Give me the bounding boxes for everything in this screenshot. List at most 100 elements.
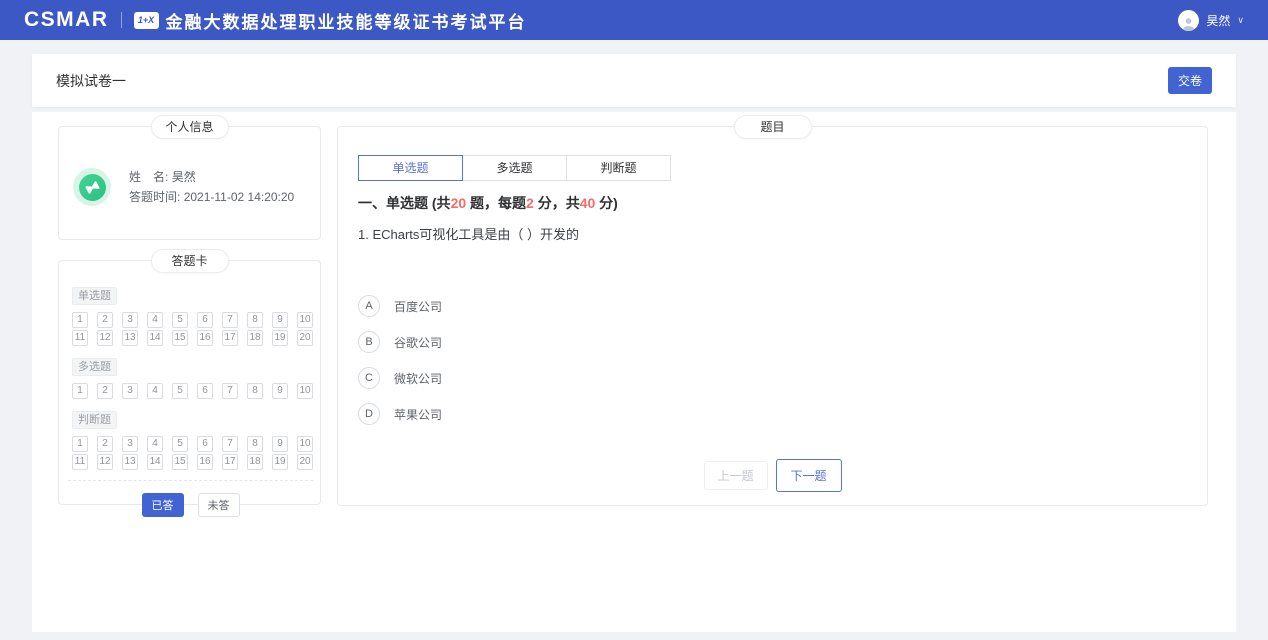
- question-number-cell[interactable]: 17: [222, 454, 238, 470]
- tab-judge[interactable]: 判断题: [566, 155, 671, 181]
- option-row[interactable]: B 谷歌公司: [358, 331, 1187, 353]
- exam-avatar-icon: [73, 168, 111, 206]
- single-choice-tag: 单选题: [72, 287, 117, 305]
- answer-time-label: 答题时间:: [129, 190, 180, 204]
- question-number-cell[interactable]: 9: [272, 436, 288, 452]
- option-text: 谷歌公司: [394, 334, 442, 351]
- question-number-cell[interactable]: 9: [272, 312, 288, 328]
- legend-unanswered-badge: 未答: [198, 493, 240, 517]
- option-row[interactable]: A 百度公司: [358, 295, 1187, 317]
- next-question-button[interactable]: 下一题: [776, 459, 842, 492]
- question-number-cell[interactable]: 6: [197, 383, 213, 399]
- name-value: 昊然: [172, 170, 196, 184]
- main-panel: 个人信息 姓 名: 昊然 答题时间: 2021-11-02 14:20:20: [32, 112, 1236, 632]
- personal-info-panel-title: 个人信息: [151, 115, 229, 139]
- option-row[interactable]: C 微软公司: [358, 367, 1187, 389]
- question-number-cell[interactable]: 1: [72, 312, 88, 328]
- question-number-cell[interactable]: 1: [72, 383, 88, 399]
- prev-question-button[interactable]: 上一题: [703, 461, 767, 490]
- question-number-cell[interactable]: 8: [247, 383, 263, 399]
- answer-time-value: 2021-11-02 14:20:20: [184, 190, 295, 204]
- question-number-cell[interactable]: 3: [122, 436, 138, 452]
- question-number-cell[interactable]: 12: [97, 454, 113, 470]
- question-number-cell[interactable]: 1: [72, 436, 88, 452]
- option-letter-radio: C: [358, 367, 380, 389]
- question-number-cell[interactable]: 2: [97, 436, 113, 452]
- question-number-cell[interactable]: 4: [147, 312, 163, 328]
- header-divider: [121, 12, 122, 28]
- option-text: 苹果公司: [394, 406, 442, 423]
- question-number-cell[interactable]: 4: [147, 383, 163, 399]
- question-type-tabs: 单选题 多选题 判断题: [358, 155, 1187, 181]
- judge-tag: 判断题: [72, 411, 117, 429]
- answer-card-panel: 答题卡 单选题 1234567891011121314151617181920 …: [58, 260, 321, 505]
- question-number-cell[interactable]: 18: [247, 454, 263, 470]
- question-number-cell[interactable]: 5: [172, 383, 188, 399]
- question-number-cell[interactable]: 20: [297, 454, 313, 470]
- question-number-cell[interactable]: 6: [197, 436, 213, 452]
- csmar-logo: CSMAR: [24, 8, 109, 32]
- total-points: 40: [580, 195, 596, 211]
- question-number-cell[interactable]: 2: [97, 312, 113, 328]
- question-number-cell[interactable]: 14: [147, 454, 163, 470]
- question-number-cell[interactable]: 13: [122, 330, 138, 346]
- option-row[interactable]: D 苹果公司: [358, 403, 1187, 425]
- user-menu[interactable]: 昊然 ∨: [1178, 10, 1244, 31]
- option-letter-radio: D: [358, 403, 380, 425]
- submit-exam-button[interactable]: 交卷: [1168, 67, 1212, 94]
- question-number-cell[interactable]: 15: [172, 454, 188, 470]
- question-number-cell[interactable]: 19: [272, 454, 288, 470]
- question-number-cell[interactable]: 20: [297, 330, 313, 346]
- question-number-cell[interactable]: 15: [172, 330, 188, 346]
- question-number-cell[interactable]: 10: [297, 383, 313, 399]
- question-number-cell[interactable]: 2: [97, 383, 113, 399]
- app-header: CSMAR 1+X 金融大数据处理职业技能等级证书考试平台 昊然 ∨: [0, 0, 1268, 40]
- question-nav: 上一题 下一题: [703, 459, 841, 492]
- question-number-cell[interactable]: 16: [197, 454, 213, 470]
- chevron-down-icon: ∨: [1237, 15, 1244, 26]
- one-plus-x-book-icon: 1+X: [134, 12, 159, 29]
- question-number-cell[interactable]: 11: [72, 330, 88, 346]
- question-number-cell[interactable]: 6: [197, 312, 213, 328]
- user-avatar-icon: [1178, 10, 1199, 31]
- question-number-cell[interactable]: 10: [297, 312, 313, 328]
- heading-text: 一、单选题 (共: [358, 195, 451, 211]
- question-number-cell[interactable]: 7: [222, 383, 238, 399]
- question-number-cell[interactable]: 18: [247, 330, 263, 346]
- question-number-cell[interactable]: 5: [172, 312, 188, 328]
- heading-text: 分，共: [534, 195, 580, 211]
- question-number-cell[interactable]: 12: [97, 330, 113, 346]
- tab-multi-choice[interactable]: 多选题: [462, 155, 567, 181]
- name-label: 姓 名:: [129, 170, 168, 184]
- question-number-cell[interactable]: 4: [147, 436, 163, 452]
- question-number-cell[interactable]: 17: [222, 330, 238, 346]
- section-heading: 一、单选题 (共20 题，每题2 分，共40 分): [358, 193, 1187, 213]
- heading-text: 分): [595, 195, 618, 211]
- exam-title: 模拟试卷一: [56, 71, 126, 91]
- options-list: A 百度公司 B 谷歌公司 C 微软公司 D 苹果公司: [358, 295, 1187, 425]
- multi-choice-number-grid: 12345678910: [72, 383, 309, 399]
- question-panel: 题目 单选题 多选题 判断题 一、单选题 (共20 题，每题2 分，共40 分)…: [337, 126, 1208, 506]
- question-number-cell[interactable]: 8: [247, 436, 263, 452]
- question-panel-title: 题目: [734, 115, 812, 139]
- question-number-cell[interactable]: 5: [172, 436, 188, 452]
- question-number-cell[interactable]: 9: [272, 383, 288, 399]
- question-number-cell[interactable]: 3: [122, 383, 138, 399]
- question-number-cell[interactable]: 7: [222, 312, 238, 328]
- question-number-cell[interactable]: 11: [72, 454, 88, 470]
- question-number-cell[interactable]: 19: [272, 330, 288, 346]
- question-number-cell[interactable]: 8: [247, 312, 263, 328]
- platform-title: 金融大数据处理职业技能等级证书考试平台: [166, 8, 527, 33]
- user-name: 昊然: [1206, 12, 1230, 29]
- single-choice-number-grid: 1234567891011121314151617181920: [72, 312, 309, 346]
- question-number-cell[interactable]: 7: [222, 436, 238, 452]
- judge-number-grid: 1234567891011121314151617181920: [72, 436, 309, 470]
- question-number-cell[interactable]: 3: [122, 312, 138, 328]
- tab-single-choice[interactable]: 单选题: [358, 155, 463, 181]
- option-text: 百度公司: [394, 298, 442, 315]
- question-number-cell[interactable]: 13: [122, 454, 138, 470]
- question-number-cell[interactable]: 16: [197, 330, 213, 346]
- question-number-cell[interactable]: 14: [147, 330, 163, 346]
- answer-time-row: 答题时间: 2021-11-02 14:20:20: [129, 187, 294, 207]
- question-number-cell[interactable]: 10: [297, 436, 313, 452]
